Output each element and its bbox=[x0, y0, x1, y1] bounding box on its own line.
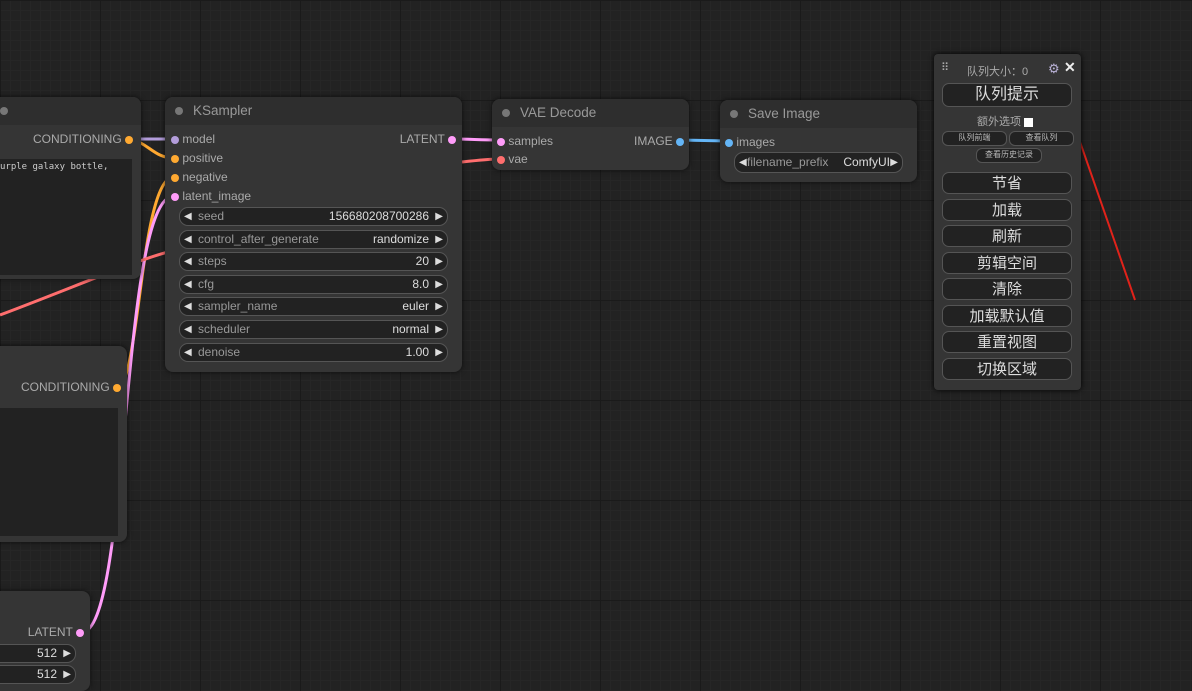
load-button[interactable]: 加载 bbox=[942, 199, 1072, 221]
view-history-button[interactable]: 查看历史记录 bbox=[976, 148, 1042, 163]
queue-prompt-button[interactable]: 队列提示 bbox=[942, 83, 1072, 107]
comfy-menu: ⠿ 队列大小：0 ⚙ ✕ 队列提示 额外选项 队列前端 查看队列 查看历史记录 … bbox=[934, 54, 1081, 390]
node-title: VAE Decode bbox=[492, 99, 689, 127]
queue-size-label: 队列大小：0 bbox=[967, 66, 1029, 78]
control-after-generate-widget[interactable]: control_after_generaterandomize bbox=[179, 230, 448, 249]
denoise-widget[interactable]: denoise1.00 bbox=[179, 343, 448, 362]
output-dot[interactable] bbox=[125, 135, 133, 144]
input-positive[interactable]: positive bbox=[171, 149, 223, 167]
save-image-node[interactable]: Save Image images filename_prefixComfyUI bbox=[720, 100, 917, 182]
output-latent[interactable]: LATENT bbox=[400, 130, 456, 148]
output-dot[interactable] bbox=[76, 628, 84, 637]
input-model[interactable]: model bbox=[171, 130, 215, 148]
close-icon[interactable]: ✕ bbox=[1064, 59, 1076, 76]
vae-decode-node[interactable]: VAE Decode samples vae IMAGE bbox=[492, 99, 689, 170]
output-dot[interactable] bbox=[113, 383, 121, 392]
steps-widget[interactable]: steps20 bbox=[179, 252, 448, 271]
save-button[interactable]: 节省 bbox=[942, 172, 1072, 194]
clear-button[interactable]: 清除 bbox=[942, 278, 1072, 300]
height-widget[interactable]: 512 bbox=[0, 665, 76, 684]
drag-handle-icon[interactable]: ⠿ bbox=[941, 61, 949, 74]
output-label: LATENT bbox=[27, 625, 73, 639]
width-widget[interactable]: 512 bbox=[0, 644, 76, 663]
node-title: Save Image bbox=[720, 100, 917, 128]
output-label: CONDITIONING bbox=[32, 132, 122, 146]
load-default-button[interactable]: 加载默认值 bbox=[942, 305, 1072, 327]
clip-text-encode-node-top[interactable]: CONDITIONING urple galaxy bottle, bbox=[0, 97, 141, 279]
clipspace-button[interactable]: 剪辑空间 bbox=[942, 252, 1072, 274]
clip-text-encode-node-mid[interactable]: CONDITIONING bbox=[0, 346, 127, 542]
seed-widget[interactable]: seed156680208700286 bbox=[179, 207, 448, 226]
filename-prefix-widget[interactable]: filename_prefixComfyUI bbox=[734, 152, 903, 173]
scheduler-widget[interactable]: schedulernormal bbox=[179, 320, 448, 339]
output-label: CONDITIONING bbox=[20, 380, 110, 394]
node-title: KSampler bbox=[165, 97, 462, 125]
view-queue-button[interactable]: 查看队列 bbox=[1009, 131, 1074, 146]
extra-options-toggle[interactable]: 额外选项 bbox=[977, 113, 1034, 129]
reset-view-button[interactable]: 重置视图 bbox=[942, 331, 1072, 353]
prompt-text: urple galaxy bottle, bbox=[0, 162, 109, 172]
cfg-widget[interactable]: cfg8.0 bbox=[179, 275, 448, 294]
output-image[interactable]: IMAGE bbox=[634, 132, 684, 150]
toggle-region-button[interactable]: 切换区域 bbox=[942, 358, 1072, 380]
input-negative[interactable]: negative bbox=[171, 168, 228, 186]
queue-front-button[interactable]: 队列前端 bbox=[942, 131, 1007, 146]
refresh-button[interactable]: 刷新 bbox=[942, 225, 1072, 247]
prompt-textarea[interactable] bbox=[0, 408, 118, 536]
input-latent-image[interactable]: latent_image bbox=[171, 187, 251, 205]
ksampler-node[interactable]: KSampler model positive negative latent_… bbox=[165, 97, 462, 372]
extra-options-checkbox bbox=[1024, 117, 1034, 127]
sampler-name-widget[interactable]: sampler_nameeuler bbox=[179, 297, 448, 316]
input-vae[interactable]: vae bbox=[497, 150, 528, 168]
settings-gear-icon[interactable]: ⚙ bbox=[1048, 61, 1060, 77]
prompt-textarea[interactable]: urple galaxy bottle, bbox=[0, 159, 132, 275]
input-images[interactable]: images bbox=[725, 133, 775, 151]
empty-latent-node[interactable]: LATENT 512 512 bbox=[0, 591, 90, 691]
input-samples[interactable]: samples bbox=[497, 132, 553, 150]
